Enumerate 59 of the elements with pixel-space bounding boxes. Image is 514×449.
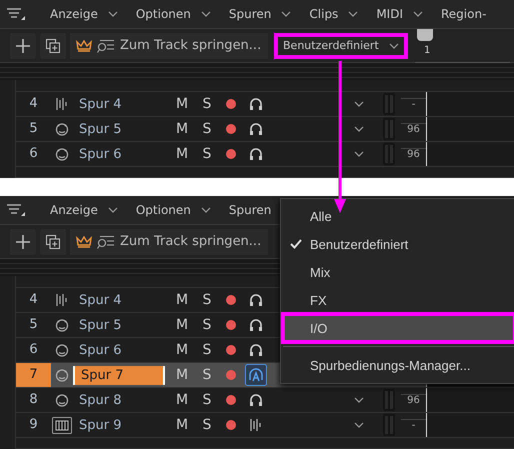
solo-button[interactable]: S [195,292,219,308]
track-row[interactable]: 4 Spur 4 M S - [15,92,514,117]
mute-button[interactable]: M [169,367,195,383]
solo-button[interactable]: S [195,367,219,383]
track-number: 6 [28,145,39,163]
mute-button[interactable]: M [169,121,195,137]
solo-button[interactable]: S [195,417,219,433]
mute-button[interactable]: M [169,292,195,308]
menu-item[interactable]: Spuren [228,203,272,217]
track-name[interactable]: Spur 4 [73,96,169,112]
track-row[interactable]: 9 Spur 9 M S - [15,413,514,438]
track-number: 8 [28,391,39,409]
mute-button[interactable]: M [169,317,195,333]
track-row[interactable]: 6 Spur 6 M S 96 [15,142,514,167]
track-row[interactable]: 8 Spur 8 M S 96 [15,388,514,413]
track-name[interactable]: Spur 4 [73,292,169,308]
bar-number: 1 [423,44,432,56]
solo-button[interactable]: S [195,392,219,408]
mute-button[interactable]: M [169,417,195,433]
track-name[interactable]: Spur 6 [73,146,169,162]
track-name[interactable]: Spur 6 [73,342,169,358]
menu-item[interactable]: Region- [440,7,486,21]
mute-button[interactable]: M [169,342,195,358]
track-name[interactable]: Spur 8 [73,392,169,408]
menu-item[interactable]: FX [283,286,514,314]
track-number: 5 [28,120,39,138]
track-name[interactable]: Spur 7 [73,366,165,384]
mute-button[interactable]: M [169,146,195,162]
menu-item[interactable]: Optionen [136,203,211,217]
menu-item[interactable]: Anzeige [50,203,118,217]
track-row[interactable]: 5 Spur 5 M S 96 [15,117,514,142]
track-number: 4 [28,95,39,113]
solo-button[interactable]: S [195,342,219,358]
track-number: 6 [28,341,39,359]
search-field[interactable]: Zum Track springen... [70,32,268,58]
menu-item[interactable]: Alle [283,202,514,230]
preset-dropdown[interactable]: Benutzerdefiniert [274,32,408,58]
menu-item[interactable]: Anzeige [50,7,118,21]
track-number: 5 [28,316,39,334]
solo-button[interactable]: S [195,146,219,162]
track-number: 9 [28,416,39,434]
menu-item[interactable]: Benutzerdefiniert [283,230,514,258]
mute-button[interactable]: M [169,392,195,408]
search-field[interactable]: Zum Track springen... [70,228,268,254]
solo-button[interactable]: S [195,317,219,333]
menu-item[interactable]: Spuren [228,7,292,21]
solo-button[interactable]: S [195,96,219,112]
menu-item[interactable]: MIDI [376,7,423,21]
menu-item[interactable]: Clips [309,7,358,21]
track-name[interactable]: Spur 9 [73,418,169,432]
solo-button[interactable]: S [195,121,219,137]
track-name[interactable]: Spur 5 [73,318,169,332]
menu-item[interactable]: Optionen [136,7,211,21]
track-name[interactable]: Spur 5 [73,122,169,136]
mute-button[interactable]: M [169,96,195,112]
menu-item[interactable]: Mix [283,258,514,286]
track-number: 4 [28,291,39,309]
track-number: 7 [16,363,51,387]
menu-item[interactable]: I/O [283,314,514,342]
